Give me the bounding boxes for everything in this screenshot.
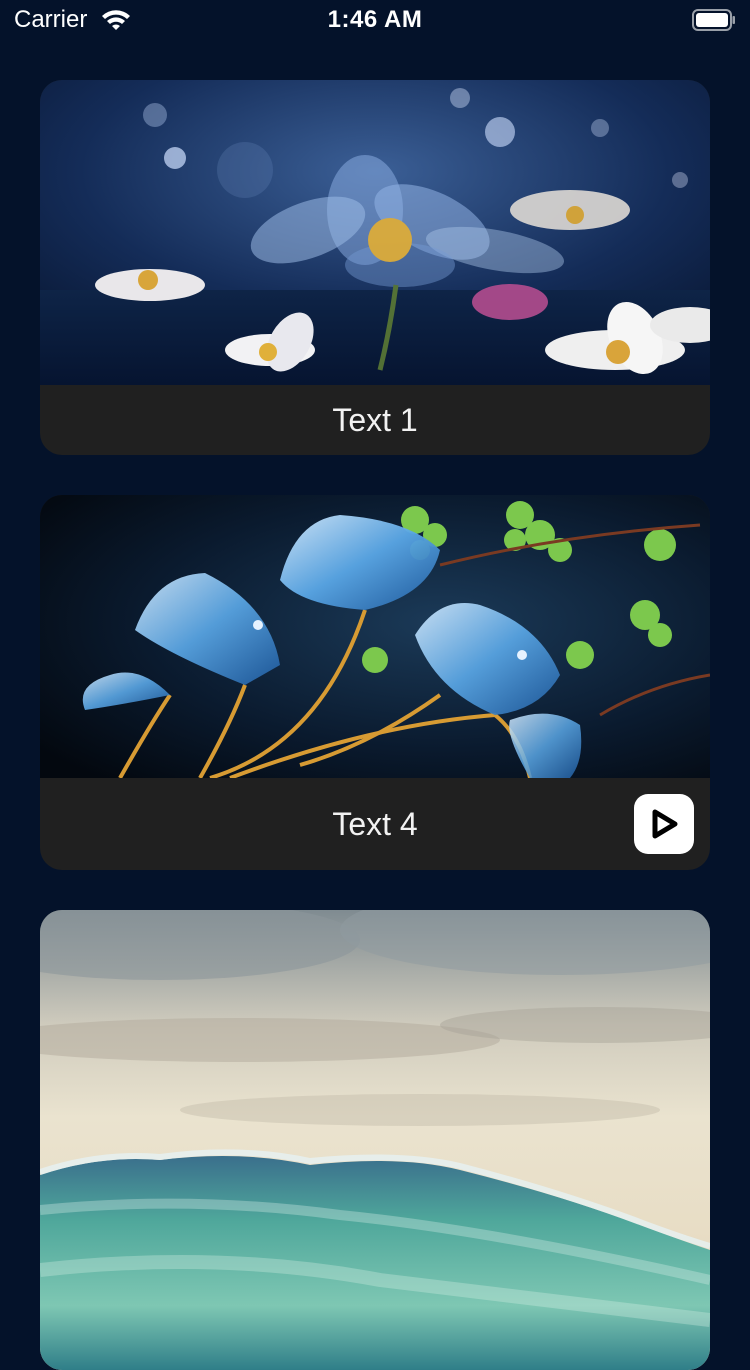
status-bar: Carrier 1:46 AM — [0, 0, 750, 40]
media-card-2[interactable]: Text 4 — [40, 495, 710, 870]
card-image-ginkgo-leaves — [40, 495, 710, 778]
battery-icon — [692, 9, 735, 31]
card-caption: Text 4 — [332, 806, 418, 842]
media-card-3[interactable] — [40, 910, 710, 1370]
card-image-ocean-wave — [40, 910, 710, 1370]
media-card-1[interactable]: Text 1 — [40, 80, 710, 455]
play-button[interactable] — [634, 794, 694, 854]
card-image-crystal-flower — [40, 80, 710, 385]
card-caption: Text 1 — [332, 402, 418, 438]
clock: 1:46 AM — [327, 6, 423, 33]
play-icon — [652, 809, 678, 839]
